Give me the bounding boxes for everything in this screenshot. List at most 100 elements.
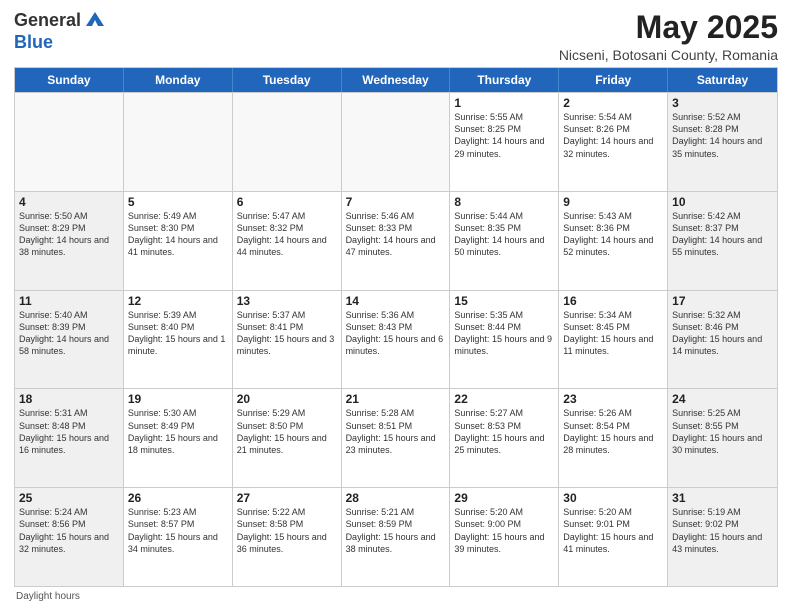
logo-general-text: General [14, 11, 81, 31]
month-title: May 2025 [559, 10, 778, 45]
header-day-monday: Monday [124, 68, 233, 92]
day-info-text: Sunrise: 5:46 AM Sunset: 8:33 PM Dayligh… [346, 210, 446, 259]
day-cell-29: 29Sunrise: 5:20 AM Sunset: 9:00 PM Dayli… [450, 488, 559, 586]
header: General Blue May 2025 Nicseni, Botosani … [14, 10, 778, 63]
day-info-text: Sunrise: 5:43 AM Sunset: 8:36 PM Dayligh… [563, 210, 663, 259]
day-number: 29 [454, 491, 554, 505]
day-cell-2: 2Sunrise: 5:54 AM Sunset: 8:26 PM Daylig… [559, 93, 668, 191]
logo: General Blue [14, 10, 106, 52]
day-info-text: Sunrise: 5:23 AM Sunset: 8:57 PM Dayligh… [128, 506, 228, 555]
day-cell-17: 17Sunrise: 5:32 AM Sunset: 8:46 PM Dayli… [668, 291, 777, 389]
week-row-3: 11Sunrise: 5:40 AM Sunset: 8:39 PM Dayli… [15, 290, 777, 389]
day-info-text: Sunrise: 5:32 AM Sunset: 8:46 PM Dayligh… [672, 309, 773, 358]
day-info-text: Sunrise: 5:49 AM Sunset: 8:30 PM Dayligh… [128, 210, 228, 259]
header-day-sunday: Sunday [15, 68, 124, 92]
header-day-friday: Friday [559, 68, 668, 92]
day-cell-5: 5Sunrise: 5:49 AM Sunset: 8:30 PM Daylig… [124, 192, 233, 290]
calendar: SundayMondayTuesdayWednesdayThursdayFrid… [14, 67, 778, 587]
day-cell-16: 16Sunrise: 5:34 AM Sunset: 8:45 PM Dayli… [559, 291, 668, 389]
day-cell-31: 31Sunrise: 5:19 AM Sunset: 9:02 PM Dayli… [668, 488, 777, 586]
day-info-text: Sunrise: 5:40 AM Sunset: 8:39 PM Dayligh… [19, 309, 119, 358]
day-number: 18 [19, 392, 119, 406]
day-number: 31 [672, 491, 773, 505]
day-number: 26 [128, 491, 228, 505]
week-row-2: 4Sunrise: 5:50 AM Sunset: 8:29 PM Daylig… [15, 191, 777, 290]
day-info-text: Sunrise: 5:35 AM Sunset: 8:44 PM Dayligh… [454, 309, 554, 358]
day-cell-10: 10Sunrise: 5:42 AM Sunset: 8:37 PM Dayli… [668, 192, 777, 290]
day-number: 4 [19, 195, 119, 209]
day-cell-8: 8Sunrise: 5:44 AM Sunset: 8:35 PM Daylig… [450, 192, 559, 290]
day-number: 3 [672, 96, 773, 110]
day-number: 7 [346, 195, 446, 209]
day-cell-14: 14Sunrise: 5:36 AM Sunset: 8:43 PM Dayli… [342, 291, 451, 389]
day-info-text: Sunrise: 5:27 AM Sunset: 8:53 PM Dayligh… [454, 407, 554, 456]
day-number: 11 [19, 294, 119, 308]
day-info-text: Sunrise: 5:25 AM Sunset: 8:55 PM Dayligh… [672, 407, 773, 456]
day-info-text: Sunrise: 5:36 AM Sunset: 8:43 PM Dayligh… [346, 309, 446, 358]
day-info-text: Sunrise: 5:39 AM Sunset: 8:40 PM Dayligh… [128, 309, 228, 358]
day-cell-13: 13Sunrise: 5:37 AM Sunset: 8:41 PM Dayli… [233, 291, 342, 389]
week-row-5: 25Sunrise: 5:24 AM Sunset: 8:56 PM Dayli… [15, 487, 777, 586]
day-info-text: Sunrise: 5:47 AM Sunset: 8:32 PM Dayligh… [237, 210, 337, 259]
title-block: May 2025 Nicseni, Botosani County, Roman… [559, 10, 778, 63]
header-day-saturday: Saturday [668, 68, 777, 92]
day-info-text: Sunrise: 5:44 AM Sunset: 8:35 PM Dayligh… [454, 210, 554, 259]
day-number: 23 [563, 392, 663, 406]
day-number: 9 [563, 195, 663, 209]
day-cell-1: 1Sunrise: 5:55 AM Sunset: 8:25 PM Daylig… [450, 93, 559, 191]
footer-note: Daylight hours [14, 591, 778, 602]
day-number: 22 [454, 392, 554, 406]
day-info-text: Sunrise: 5:50 AM Sunset: 8:29 PM Dayligh… [19, 210, 119, 259]
day-cell-3: 3Sunrise: 5:52 AM Sunset: 8:28 PM Daylig… [668, 93, 777, 191]
day-number: 14 [346, 294, 446, 308]
day-cell-20: 20Sunrise: 5:29 AM Sunset: 8:50 PM Dayli… [233, 389, 342, 487]
day-cell-empty [124, 93, 233, 191]
day-cell-11: 11Sunrise: 5:40 AM Sunset: 8:39 PM Dayli… [15, 291, 124, 389]
page: General Blue May 2025 Nicseni, Botosani … [0, 0, 792, 612]
day-info-text: Sunrise: 5:31 AM Sunset: 8:48 PM Dayligh… [19, 407, 119, 456]
day-cell-15: 15Sunrise: 5:35 AM Sunset: 8:44 PM Dayli… [450, 291, 559, 389]
day-number: 10 [672, 195, 773, 209]
logo-icon [84, 10, 106, 33]
day-cell-7: 7Sunrise: 5:46 AM Sunset: 8:33 PM Daylig… [342, 192, 451, 290]
day-number: 1 [454, 96, 554, 110]
day-number: 24 [672, 392, 773, 406]
day-info-text: Sunrise: 5:24 AM Sunset: 8:56 PM Dayligh… [19, 506, 119, 555]
logo-blue-text: Blue [14, 33, 106, 53]
day-info-text: Sunrise: 5:29 AM Sunset: 8:50 PM Dayligh… [237, 407, 337, 456]
day-cell-empty [233, 93, 342, 191]
day-cell-28: 28Sunrise: 5:21 AM Sunset: 8:59 PM Dayli… [342, 488, 451, 586]
day-number: 25 [19, 491, 119, 505]
week-row-1: 1Sunrise: 5:55 AM Sunset: 8:25 PM Daylig… [15, 92, 777, 191]
day-number: 16 [563, 294, 663, 308]
day-number: 19 [128, 392, 228, 406]
day-cell-4: 4Sunrise: 5:50 AM Sunset: 8:29 PM Daylig… [15, 192, 124, 290]
day-info-text: Sunrise: 5:54 AM Sunset: 8:26 PM Dayligh… [563, 111, 663, 160]
day-info-text: Sunrise: 5:21 AM Sunset: 8:59 PM Dayligh… [346, 506, 446, 555]
day-number: 30 [563, 491, 663, 505]
day-cell-24: 24Sunrise: 5:25 AM Sunset: 8:55 PM Dayli… [668, 389, 777, 487]
day-number: 13 [237, 294, 337, 308]
day-cell-23: 23Sunrise: 5:26 AM Sunset: 8:54 PM Dayli… [559, 389, 668, 487]
calendar-body: 1Sunrise: 5:55 AM Sunset: 8:25 PM Daylig… [15, 92, 777, 586]
day-number: 8 [454, 195, 554, 209]
day-number: 28 [346, 491, 446, 505]
day-number: 12 [128, 294, 228, 308]
day-info-text: Sunrise: 5:52 AM Sunset: 8:28 PM Dayligh… [672, 111, 773, 160]
day-cell-30: 30Sunrise: 5:20 AM Sunset: 9:01 PM Dayli… [559, 488, 668, 586]
week-row-4: 18Sunrise: 5:31 AM Sunset: 8:48 PM Dayli… [15, 388, 777, 487]
day-info-text: Sunrise: 5:30 AM Sunset: 8:49 PM Dayligh… [128, 407, 228, 456]
day-cell-21: 21Sunrise: 5:28 AM Sunset: 8:51 PM Dayli… [342, 389, 451, 487]
day-info-text: Sunrise: 5:19 AM Sunset: 9:02 PM Dayligh… [672, 506, 773, 555]
day-cell-19: 19Sunrise: 5:30 AM Sunset: 8:49 PM Dayli… [124, 389, 233, 487]
day-info-text: Sunrise: 5:28 AM Sunset: 8:51 PM Dayligh… [346, 407, 446, 456]
day-cell-empty [15, 93, 124, 191]
day-cell-18: 18Sunrise: 5:31 AM Sunset: 8:48 PM Dayli… [15, 389, 124, 487]
day-number: 15 [454, 294, 554, 308]
day-info-text: Sunrise: 5:20 AM Sunset: 9:00 PM Dayligh… [454, 506, 554, 555]
day-number: 20 [237, 392, 337, 406]
calendar-header-row: SundayMondayTuesdayWednesdayThursdayFrid… [15, 68, 777, 92]
header-day-tuesday: Tuesday [233, 68, 342, 92]
day-number: 21 [346, 392, 446, 406]
day-number: 27 [237, 491, 337, 505]
